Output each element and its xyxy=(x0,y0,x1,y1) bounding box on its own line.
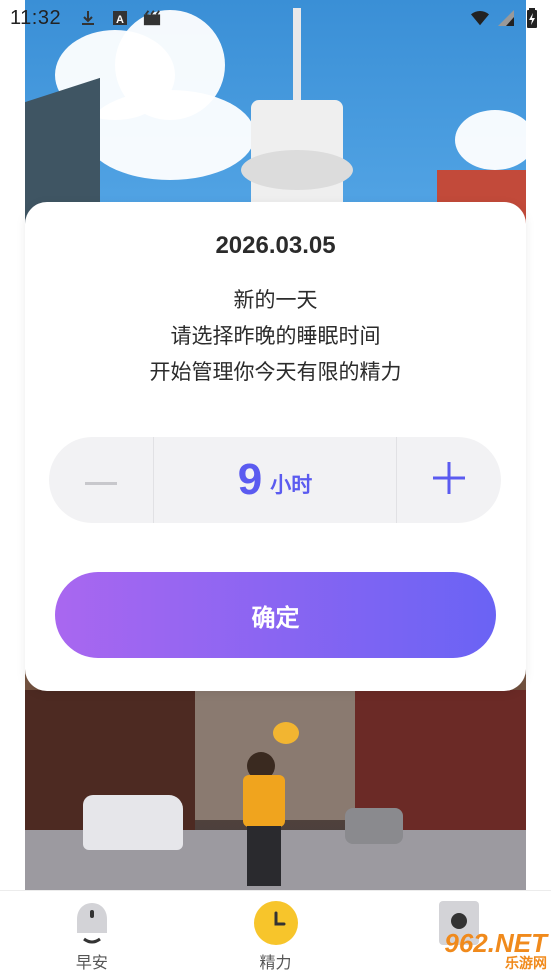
site-watermark: 962.NET 乐游网 xyxy=(415,928,547,974)
sleep-time-dialog: 2026.03.05 新的一天 请选择昨晚的睡眠时间 开始管理你今天有限的精力 … xyxy=(25,202,526,691)
dialog-line: 请选择昨晚的睡眠时间 xyxy=(170,324,381,348)
notification-icons: A xyxy=(79,9,161,27)
watermark-sub: 乐游网 xyxy=(505,956,547,972)
dialog-date: 2026.03.05 xyxy=(215,232,336,259)
nav-item-morning[interactable]: 早安 xyxy=(0,891,184,979)
status-bar: 11:32 A xyxy=(0,0,551,36)
nav-label: 早安 xyxy=(75,953,108,972)
svg-text:A: A xyxy=(116,14,124,26)
download-icon xyxy=(79,9,97,27)
a-badge-icon: A xyxy=(111,9,129,27)
child-figure-legs xyxy=(247,826,281,886)
hours-unit: 小时 xyxy=(270,473,313,497)
lantern xyxy=(273,722,299,744)
cloud xyxy=(85,90,255,180)
wifi-icon xyxy=(471,9,489,27)
nav-label: 精力 xyxy=(259,953,292,972)
sleep-hours-stepper: 9 小时 xyxy=(49,437,501,523)
dialog-line: 开始管理你今天有限的精力 xyxy=(149,360,402,384)
dialog-message: 新的一天 请选择昨晚的睡眠时间 开始管理你今天有限的精力 xyxy=(25,282,526,390)
tower-ring xyxy=(241,150,353,190)
car xyxy=(345,808,403,844)
car xyxy=(83,795,183,850)
dialog-line: 新的一天 xyxy=(233,288,318,312)
confirm-button[interactable]: 确定 xyxy=(55,572,496,658)
battery-charging-icon xyxy=(523,8,541,28)
cloud xyxy=(455,110,526,170)
system-icons xyxy=(471,8,541,28)
nav-item-energy[interactable]: 精力 xyxy=(184,891,368,979)
status-time: 11:32 xyxy=(10,6,62,29)
clock-icon xyxy=(253,901,298,945)
bell-icon xyxy=(70,901,114,945)
stepper-display: 9 小时 xyxy=(153,437,397,523)
plus-icon xyxy=(433,462,465,498)
decrement-button[interactable] xyxy=(49,437,153,523)
signal-icon xyxy=(497,9,515,27)
minus-icon xyxy=(85,471,117,490)
child-figure-body xyxy=(243,775,285,827)
increment-button[interactable] xyxy=(397,437,501,523)
hours-value: 9 xyxy=(237,455,263,504)
media-icon xyxy=(143,9,161,27)
watermark-logo: 962.NET xyxy=(444,928,547,958)
